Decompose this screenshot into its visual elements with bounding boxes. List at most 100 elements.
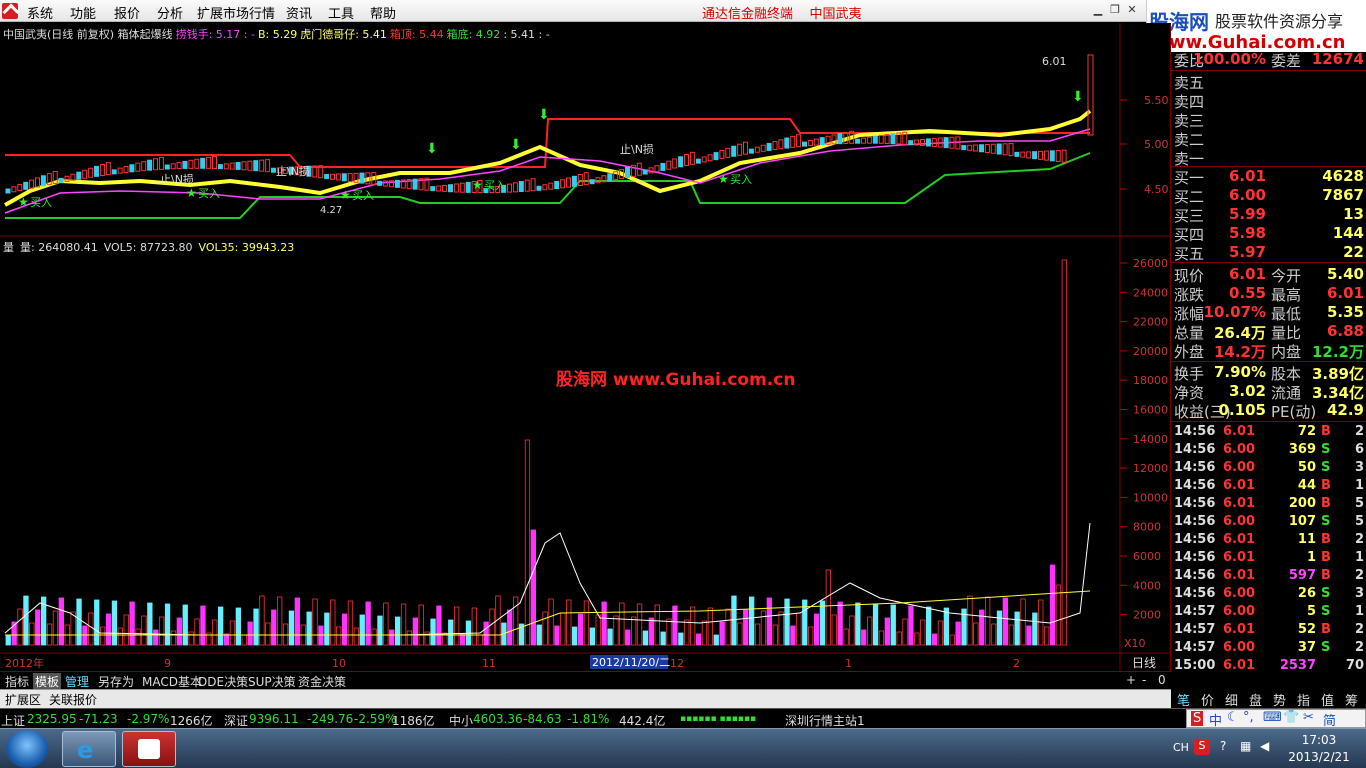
- candle: [855, 138, 861, 144]
- panel-tab[interactable]: 值: [1321, 690, 1334, 709]
- candle: [766, 142, 772, 151]
- buy-level-row[interactable]: 买一 6.01 4628: [1173, 167, 1366, 187]
- lang-indicator[interactable]: CH: [1173, 741, 1189, 754]
- tick-row[interactable]: 14:57 6.01 52 B 2: [1173, 622, 1366, 640]
- tick-row[interactable]: 14:56 6.01 597 B 2: [1173, 568, 1366, 586]
- tab-control-button[interactable]: 0: [1156, 673, 1168, 687]
- buy-level-row[interactable]: 买四 5.98 144: [1173, 224, 1366, 244]
- tab-control-button[interactable]: -: [1140, 673, 1148, 687]
- volume-bar: [489, 608, 495, 646]
- ime-punct-icon[interactable]: °,: [1243, 710, 1254, 725]
- kline-chart-area[interactable]: 5.50 5.00 4.50 26000 24000 22000 20000 18000 160…: [0, 23, 1171, 671]
- volume-bar: [648, 617, 654, 646]
- tick-row[interactable]: 14:56 6.01 200 B 5: [1173, 496, 1366, 514]
- buy-level-row[interactable]: 买二 6.00 7867: [1173, 186, 1366, 206]
- tdx-taskbar-button[interactable]: [122, 731, 176, 767]
- tray-network-icon[interactable]: ▦: [1240, 739, 1251, 753]
- down-arrow-icon: ⬇: [538, 107, 550, 123]
- sell-level-row[interactable]: 卖二: [1173, 129, 1366, 149]
- tick-row[interactable]: 14:56 6.00 107 S 5: [1173, 514, 1366, 532]
- ime-keyboard-icon[interactable]: ⌨: [1263, 710, 1282, 725]
- date-tick-label: 12: [670, 657, 684, 670]
- vol-tick-label: 18000: [1133, 374, 1168, 387]
- menu-analysis[interactable]: 分析: [157, 3, 183, 22]
- menu-help[interactable]: 帮助: [370, 3, 396, 22]
- menu-system[interactable]: 系统: [27, 3, 53, 22]
- tick-row[interactable]: 15:00 6.01 2537 70: [1173, 658, 1366, 676]
- panel-tab[interactable]: 价: [1201, 690, 1214, 709]
- panel-tab[interactable]: 盘: [1249, 690, 1262, 709]
- tick-row[interactable]: 14:56 6.00 26 S 3: [1173, 586, 1366, 604]
- status-item: 2325.95: [27, 712, 77, 726]
- candle: [908, 140, 914, 146]
- indicator-tab[interactable]: MACD基本: [140, 673, 204, 690]
- kline-chart-svg[interactable]: 5.505.004.502600024000220002000018000160…: [0, 23, 1171, 671]
- clock-time[interactable]: 17:03: [1284, 733, 1354, 747]
- tray-sogou-icon[interactable]: S: [1194, 739, 1210, 755]
- buy-level-row[interactable]: 买三 5.99 13: [1173, 205, 1366, 225]
- tick-row[interactable]: 14:56 6.01 11 B 2: [1173, 532, 1366, 550]
- ime-mode[interactable]: 简: [1323, 710, 1336, 729]
- close-icon[interactable]: ✕: [1124, 2, 1140, 18]
- tick-row[interactable]: 14:56 6.01 72 B 2: [1173, 424, 1366, 442]
- tick-row[interactable]: 14:57 6.00 37 S 2: [1173, 640, 1366, 658]
- tick-row[interactable]: 14:56 6.00 369 S 6: [1173, 442, 1366, 460]
- panel-tab[interactable]: 势: [1273, 690, 1286, 709]
- candle: [1038, 150, 1043, 160]
- ime-sogou-icon[interactable]: S: [1191, 711, 1204, 726]
- candle: [967, 144, 973, 151]
- sell-level-row[interactable]: 卖三: [1173, 110, 1366, 130]
- clock-date[interactable]: 2013/2/21: [1284, 750, 1354, 764]
- extension-tab[interactable]: 扩展区: [3, 691, 43, 708]
- panel-tab[interactable]: 笔: [1177, 690, 1190, 709]
- extension-tab[interactable]: 关联报价: [47, 691, 99, 708]
- restore-icon[interactable]: ❐: [1107, 2, 1123, 18]
- connection-indicator-icon: ▪▪▪▪▪▪ ▪▪▪▪▪▪: [680, 714, 757, 724]
- field-label: 最低: [1271, 305, 1302, 323]
- tick-time: 14:56: [1174, 478, 1216, 493]
- field-label: 外盘: [1174, 343, 1205, 361]
- panel-tab[interactable]: 指: [1297, 690, 1310, 709]
- volume-bar: [967, 595, 973, 646]
- sell-level-row[interactable]: 卖五: [1173, 72, 1366, 92]
- menu-ext-market[interactable]: 扩展市场行情: [197, 3, 275, 22]
- indicator-tab[interactable]: 指标: [3, 673, 31, 690]
- indicator-tab[interactable]: 管理: [63, 673, 91, 690]
- menu-function[interactable]: 功能: [70, 3, 96, 22]
- ime-tools-icon[interactable]: ✂: [1303, 710, 1314, 725]
- tray-help-icon[interactable]: ?: [1220, 739, 1226, 753]
- volume-bar: [448, 619, 454, 646]
- menu-news[interactable]: 资讯: [286, 3, 312, 22]
- candle: [5, 188, 11, 194]
- separator: [1171, 421, 1366, 422]
- indicator-tab[interactable]: DDE决策: [196, 673, 250, 690]
- indicator-tab[interactable]: SUP决策: [246, 673, 298, 690]
- tick-price: 6.01: [1223, 478, 1256, 493]
- menu-tools[interactable]: 工具: [328, 3, 354, 22]
- minimize-icon[interactable]: ▁: [1090, 2, 1106, 18]
- tick-row[interactable]: 14:57 6.00 5 S 1: [1173, 604, 1366, 622]
- sell-level-row[interactable]: 卖四: [1173, 91, 1366, 111]
- buy-level-row[interactable]: 买五 5.97 22: [1173, 243, 1366, 263]
- tick-row[interactable]: 14:56 6.01 1 B 1: [1173, 550, 1366, 568]
- tab-control-button[interactable]: +: [1124, 673, 1138, 687]
- indicator-tab[interactable]: 模板: [33, 673, 62, 690]
- panel-tab[interactable]: 细: [1225, 690, 1238, 709]
- ime-skin-icon[interactable]: 👕: [1283, 710, 1299, 725]
- panel-tab[interactable]: 筹: [1345, 690, 1358, 709]
- menu-quote[interactable]: 报价: [114, 3, 140, 22]
- indicator-tab[interactable]: 资金决策: [296, 673, 348, 690]
- volume-bar: [158, 616, 165, 646]
- tray-volume-icon[interactable]: ◀: [1260, 739, 1269, 753]
- ime-lang[interactable]: 中: [1209, 710, 1222, 729]
- sell-level-row[interactable]: 卖一: [1173, 148, 1366, 168]
- tick-row[interactable]: 14:56 6.00 50 S 3: [1173, 460, 1366, 478]
- ime-moon-icon[interactable]: ☾: [1227, 710, 1239, 725]
- ie-taskbar-button[interactable]: e: [62, 731, 116, 767]
- tick-row[interactable]: 14:56 6.01 44 B 1: [1173, 478, 1366, 496]
- ime-toolbar[interactable]: S 中 ☾ °, ⌨ 👕 ✂ 简: [1186, 709, 1366, 729]
- volume-bar: [731, 595, 737, 646]
- indicator-tab[interactable]: 另存为: [96, 673, 136, 690]
- start-button[interactable]: [6, 730, 48, 768]
- volume-bar: [383, 602, 389, 646]
